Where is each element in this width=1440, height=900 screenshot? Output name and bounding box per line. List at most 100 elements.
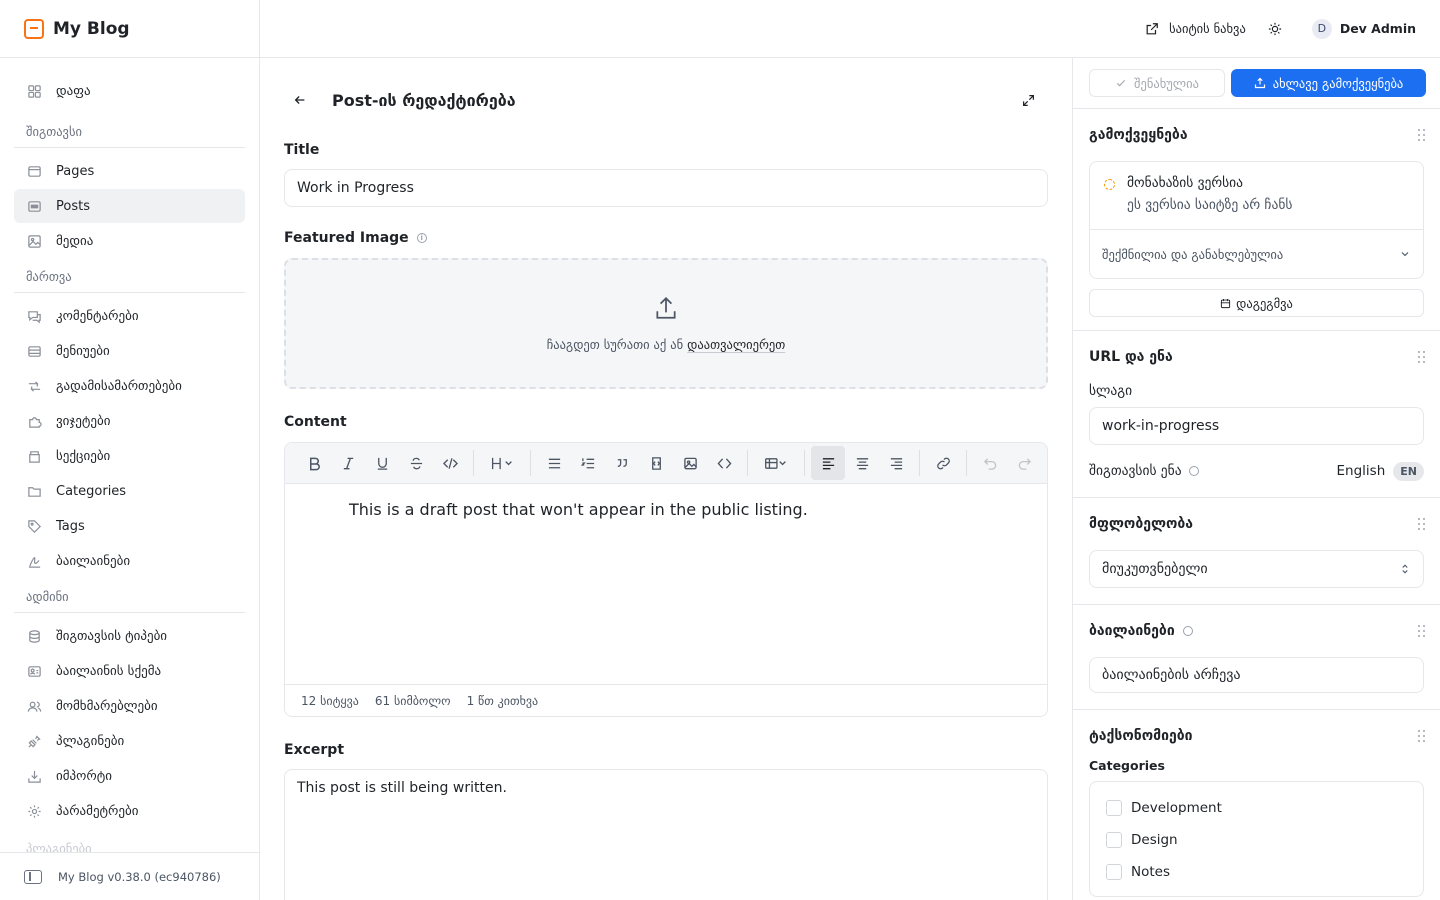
strikethrough-button[interactable] xyxy=(399,446,433,480)
code-block-button[interactable] xyxy=(639,446,673,480)
embed-code-button[interactable] xyxy=(707,446,741,480)
draft-desc: ეს ვერსია საიტზე არ ჩანს xyxy=(1127,197,1293,213)
title-input[interactable]: Work in Progress xyxy=(284,169,1048,207)
sidebar-item-media[interactable]: მედია xyxy=(14,224,245,258)
code-block-icon xyxy=(651,456,661,470)
sidebar-toggle-icon[interactable] xyxy=(24,869,42,884)
schema-icon xyxy=(26,663,42,679)
user-menu[interactable]: D Dev Admin xyxy=(1311,18,1416,39)
media-icon xyxy=(26,233,42,249)
image-dropzone[interactable]: ჩააგდეთ სურათი აქ ან დაათვალიერეთ xyxy=(284,258,1048,389)
link-button[interactable] xyxy=(926,446,960,480)
bylines-panel-title: ბაილაინები xyxy=(1089,605,1424,657)
sidebar-item-redirects[interactable]: გადამისამართებები xyxy=(14,369,245,403)
history-label: შექმნილია და განახლებულია xyxy=(1102,246,1284,262)
history-toggle[interactable]: შექმნილია და განახლებულია xyxy=(1090,229,1423,278)
sidebar-item-folder[interactable]: Categories xyxy=(14,474,245,508)
drag-handle-icon[interactable] xyxy=(1418,351,1426,363)
sidebar-item-tag[interactable]: Tags xyxy=(14,509,245,543)
toolbar-divider xyxy=(966,450,967,476)
theme-toggle[interactable] xyxy=(1268,22,1290,36)
sidebar-item-widgets[interactable]: ვიჯეტები xyxy=(14,404,245,438)
rich-text-editor: This is a draft post that won't appear i… xyxy=(284,442,1048,717)
redo-button[interactable] xyxy=(1007,446,1041,480)
drag-handle-icon[interactable] xyxy=(1418,730,1426,742)
upload-icon xyxy=(656,297,676,319)
blockquote-button[interactable] xyxy=(605,446,639,480)
expand-button[interactable] xyxy=(1014,86,1042,114)
drag-handle-icon[interactable] xyxy=(1418,129,1426,141)
post-editor: Post-ის რედაქტირება Title Work in Progre… xyxy=(260,58,1072,900)
view-site-label: საიტის ნახვა xyxy=(1169,21,1246,36)
sidebar-item-schema[interactable]: ბაილაინის სქემა xyxy=(14,654,245,688)
sidebar-section-label: ადმინი xyxy=(14,579,245,613)
redirects-icon xyxy=(26,378,42,394)
brand[interactable]: My Blog xyxy=(0,0,259,58)
expand-icon xyxy=(1022,94,1034,106)
ordered-list-icon xyxy=(580,457,594,468)
upload-icon xyxy=(1254,77,1265,89)
align-center-icon xyxy=(856,457,868,469)
sidebar-item-gear[interactable]: პარამეტრები xyxy=(14,794,245,828)
sidebar-item-bylines[interactable]: ბაილაინები xyxy=(14,544,245,578)
sidebar-item-users[interactable]: მომხმარებლები xyxy=(14,689,245,723)
inline-code-button[interactable] xyxy=(433,446,467,480)
underline-button[interactable] xyxy=(365,446,399,480)
sidebar-item-dashboard[interactable]: დაფა xyxy=(14,74,245,108)
sidebar-item-import[interactable]: იმპორტი xyxy=(14,759,245,793)
category-label: Development xyxy=(1131,800,1222,816)
publish-now-button[interactable]: ახლავე გამოქვეყნება xyxy=(1231,69,1426,97)
heading-dropdown[interactable] xyxy=(480,446,524,480)
bold-button[interactable] xyxy=(297,446,331,480)
page-title: Post-ის რედაქტირება xyxy=(332,90,516,110)
view-site-link[interactable]: საიტის ნახვა xyxy=(1145,21,1246,36)
checkbox[interactable] xyxy=(1106,832,1122,848)
category-checkbox-item[interactable]: Notes xyxy=(1106,856,1407,888)
checkbox[interactable] xyxy=(1106,800,1122,816)
sidebar-item-label: პლაგინები xyxy=(56,733,125,749)
align-center-button[interactable] xyxy=(845,446,879,480)
checkbox[interactable] xyxy=(1106,864,1122,880)
editor-content[interactable]: This is a draft post that won't appear i… xyxy=(285,484,1047,684)
schedule-button[interactable]: დაგეგმვა xyxy=(1089,289,1424,317)
info-icon[interactable] xyxy=(1182,626,1193,636)
excerpt-textarea[interactable]: This post is still being written. xyxy=(284,769,1048,900)
image-button[interactable] xyxy=(673,446,707,480)
ordered-list-button[interactable] xyxy=(571,446,605,480)
back-button[interactable] xyxy=(284,84,316,116)
align-left-button[interactable] xyxy=(811,446,845,480)
drag-handle-icon[interactable] xyxy=(1418,625,1426,637)
sidebar-item-menus[interactable]: მენიუები xyxy=(14,334,245,368)
saved-button[interactable]: შენახულია xyxy=(1089,69,1225,97)
comments-icon xyxy=(26,308,42,324)
sidebar-item-label: დაფა xyxy=(56,83,91,99)
category-checkbox-item[interactable]: Design xyxy=(1106,824,1407,856)
sidebar-item-label: მომხმარებლები xyxy=(56,698,158,714)
align-right-button[interactable] xyxy=(879,446,913,480)
table-dropdown[interactable] xyxy=(754,446,798,480)
char-count: 61 სიმბოლო xyxy=(374,694,451,708)
sidebar-item-sections[interactable]: სექციები xyxy=(14,439,245,473)
title-label-text: Title xyxy=(284,142,320,158)
category-checkbox-item[interactable]: Development xyxy=(1106,792,1407,824)
sidebar-item-posts[interactable]: Posts xyxy=(14,189,245,223)
sidebar-item-plugin[interactable]: პლაგინები xyxy=(14,724,245,758)
browse-link[interactable]: დაათვალიერეთ xyxy=(687,337,785,352)
ownership-panel-title: მფლობელობა xyxy=(1089,516,1194,532)
info-icon[interactable]: i xyxy=(416,233,427,243)
sidebar-item-comments[interactable]: კომენტარები xyxy=(14,299,245,333)
sidebar-nav: დაფა შიგთავსი Pages Posts მედია მართვა კომენტა… xyxy=(0,58,259,828)
sidebar-item-database[interactable]: შიგთავსის ტიპები xyxy=(14,619,245,653)
ownership-select[interactable]: მიუკუთვნებელი xyxy=(1089,550,1424,588)
sidebar-item-label: Posts xyxy=(56,198,90,214)
italic-button[interactable] xyxy=(331,446,365,480)
posts-icon xyxy=(26,198,42,214)
language-label-wrap: შიგთავსის ენა xyxy=(1089,463,1199,479)
sidebar-item-pages[interactable]: Pages xyxy=(14,154,245,188)
info-icon[interactable] xyxy=(1188,466,1199,476)
bylines-select[interactable]: ბაილაინების არჩევა xyxy=(1089,657,1424,693)
bullet-list-button[interactable] xyxy=(537,446,571,480)
drag-handle-icon[interactable] xyxy=(1418,518,1426,530)
undo-button[interactable] xyxy=(973,446,1007,480)
slug-input[interactable]: work-in-progress xyxy=(1089,407,1424,445)
